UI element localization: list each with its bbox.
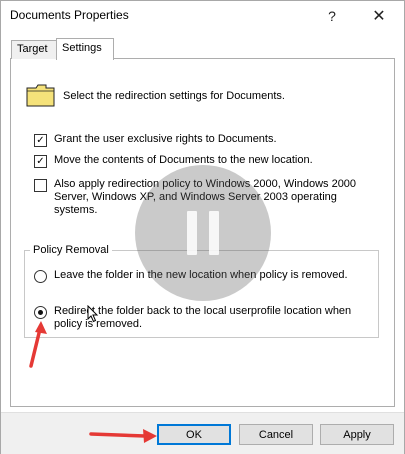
folder-icon (26, 84, 55, 107)
tab-settings[interactable]: Settings (56, 38, 114, 60)
policy-removal-legend: Policy Removal (30, 244, 112, 256)
annotation-arrow-up-icon (29, 321, 47, 368)
leave-folder-radio[interactable] (34, 270, 47, 283)
redirect-back-radio-row[interactable]: Redirect the folder back to the local us… (34, 305, 354, 331)
move-contents-checkbox[interactable]: ✓ (34, 155, 47, 168)
legacy-os-checkbox[interactable] (34, 179, 47, 192)
exclusive-rights-checkbox[interactable]: ✓ (34, 134, 47, 147)
ok-button[interactable]: OK (157, 424, 231, 445)
properties-dialog: Documents Properties ? ✕ Target Settings… (0, 0, 405, 454)
redirect-back-label: Redirect the folder back to the local us… (54, 305, 352, 330)
exclusive-rights-checkbox-row[interactable]: ✓ Grant the user exclusive rights to Doc… (34, 133, 277, 147)
move-contents-label: Move the contents of Documents to the ne… (54, 154, 313, 166)
pause-icon-bar-right (209, 211, 219, 255)
annotation-arrow-right-icon (89, 429, 157, 443)
window-title: Documents Properties (10, 8, 129, 22)
title-bar: Documents Properties ? ✕ (1, 1, 404, 30)
button-bar: OK Cancel Apply (1, 412, 404, 454)
close-button[interactable]: ✕ (359, 1, 399, 30)
video-pause-overlay[interactable] (135, 165, 271, 301)
help-button[interactable]: ? (312, 1, 352, 30)
apply-button[interactable]: Apply (320, 424, 394, 445)
tab-target[interactable]: Target (11, 40, 57, 59)
cancel-button[interactable]: Cancel (239, 424, 313, 445)
exclusive-rights-label: Grant the user exclusive rights to Docum… (54, 133, 277, 145)
mouse-cursor-icon (87, 305, 99, 323)
pause-icon-bar-left (187, 211, 197, 255)
intro-text: Select the redirection settings for Docu… (63, 90, 285, 102)
redirect-back-radio[interactable] (34, 306, 47, 319)
move-contents-checkbox-row[interactable]: ✓ Move the contents of Documents to the … (34, 154, 313, 168)
